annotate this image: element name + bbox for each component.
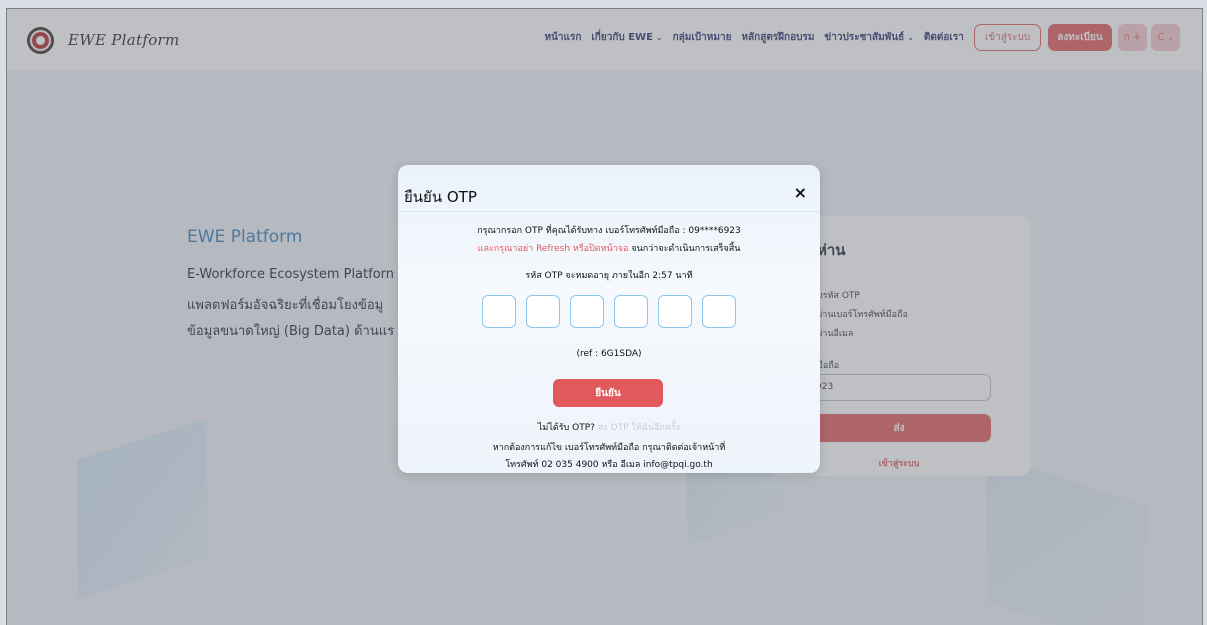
- modal-title: ยืนยัน OTP: [404, 188, 477, 206]
- otp-warning: และกรุณาอย่า Refresh หรือปิดหน้าจอ จนกว่…: [398, 241, 820, 255]
- resend-otp-link[interactable]: ส่ง OTP ให้ฉันอีกครั้ง: [598, 423, 680, 433]
- contact-note: หากต้องการแก้ไข เบอร์โทรศัพท์มือถือ กรุณ…: [492, 443, 726, 453]
- page-frame: EWE Platform หน้าแรก เกี่ยวกับ EWE ⌄ กลุ่…: [6, 8, 1203, 625]
- otp-instruction: กรุณากรอก OTP ที่คุณได้รับทาง เบอร์โทรศั…: [477, 226, 741, 236]
- otp-ref: (ref : 6G1SDA): [576, 349, 642, 359]
- contact-details: โทรศัพท์ 02 035 4900 หรือ อีเมล info@tpq…: [505, 460, 713, 470]
- otp-inputs: [482, 295, 746, 328]
- warning-rest: จนกว่าจะดำเนินการเสร็จสิ้น: [628, 244, 741, 254]
- confirm-button[interactable]: ยืนยัน: [553, 379, 663, 407]
- otp-modal: ยืนยัน OTP × กรุณากรอก OTP ที่คุณได้รับท…: [398, 165, 820, 473]
- otp-digit-input[interactable]: [702, 295, 736, 328]
- otp-digit-input[interactable]: [614, 295, 648, 328]
- resend-prefix: ไม่ได้รับ OTP?: [537, 423, 598, 433]
- refresh-warning: และกรุณาอย่า Refresh หรือปิดหน้าจอ: [477, 244, 629, 254]
- otp-digit-input[interactable]: [526, 295, 560, 328]
- resend-row: ไม่ได้รับ OTP? ส่ง OTP ให้ฉันอีกครั้ง: [398, 420, 820, 434]
- modal-divider: [398, 211, 820, 212]
- otp-digit-input[interactable]: [570, 295, 604, 328]
- close-icon[interactable]: ×: [794, 183, 807, 202]
- otp-timer: รหัส OTP จะหมดอายุ ภายในอีก 2:57 นาที: [525, 271, 693, 281]
- otp-digit-input[interactable]: [658, 295, 692, 328]
- otp-digit-input[interactable]: [482, 295, 516, 328]
